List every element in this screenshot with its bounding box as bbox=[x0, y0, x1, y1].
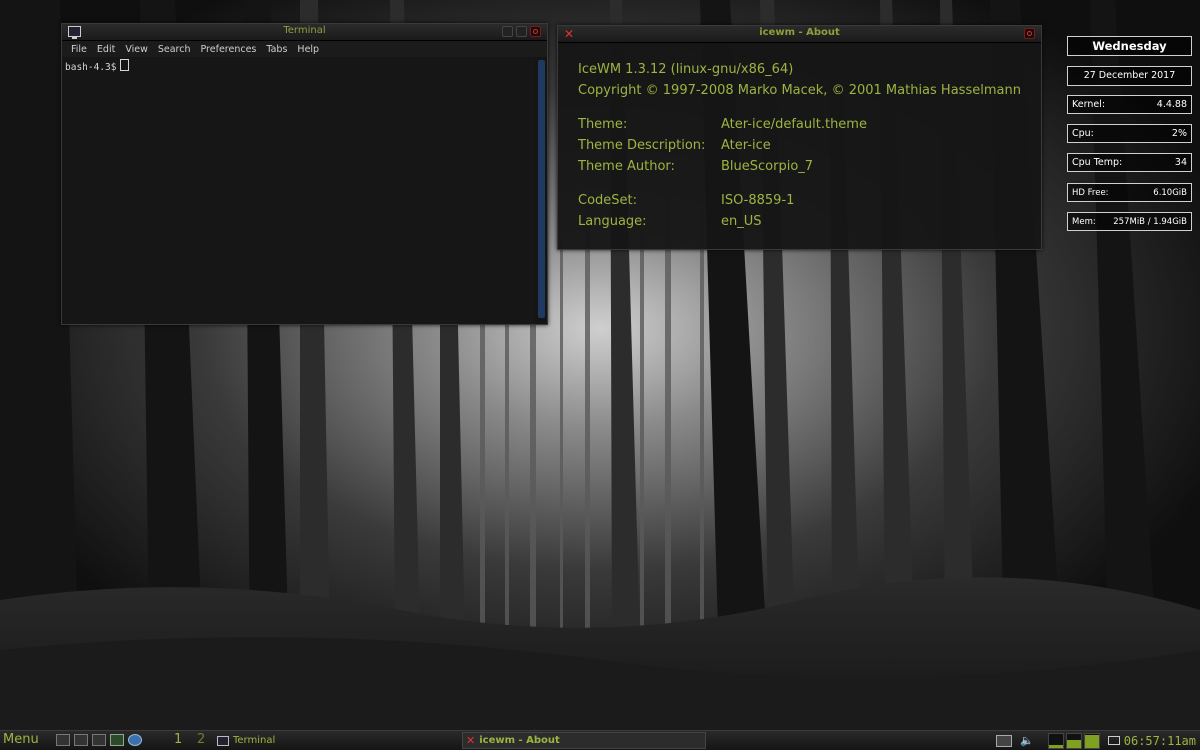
codeset-value: ISO-8859-1 bbox=[721, 193, 795, 208]
hd-free-value: 6.10GiB bbox=[1153, 187, 1187, 198]
codeset-label: CodeSet: bbox=[578, 193, 638, 208]
kernel-widget: Kernel: 4.4.88 bbox=[1067, 95, 1192, 114]
start-menu-button[interactable]: Menu bbox=[3, 732, 39, 747]
cpu-value: 2% bbox=[1171, 128, 1187, 139]
codeset-row: CodeSet: ISO-8859-1 bbox=[578, 190, 1021, 211]
window-buttons bbox=[502, 26, 541, 37]
window-list-icon[interactable] bbox=[74, 734, 88, 746]
terminal-scrollbar[interactable] bbox=[538, 60, 545, 318]
terminal-screen[interactable]: bash-4.3$ bbox=[62, 57, 535, 324]
cpu-temp-widget: Cpu Temp: 34 bbox=[1067, 153, 1192, 172]
version-text: IceWM 1.3.12 (linux-gnu/x86_64) bbox=[578, 62, 794, 77]
menu-preferences[interactable]: Preferences bbox=[196, 44, 262, 55]
mem-label: Mem: bbox=[1072, 216, 1096, 227]
task-terminal[interactable]: Terminal bbox=[217, 732, 457, 749]
task-terminal-label: Terminal bbox=[233, 735, 276, 746]
network-meter[interactable] bbox=[1083, 732, 1100, 749]
theme-description-row: Theme Description: Ater-ice bbox=[578, 135, 1021, 156]
icewm-x-icon: ✕ bbox=[466, 734, 476, 747]
workspace-1-button[interactable]: 1 bbox=[174, 732, 182, 747]
mem-value: 257MiB / 1.94GiB bbox=[1113, 216, 1187, 227]
mem-widget: Mem: 257MiB / 1.94GiB bbox=[1067, 212, 1192, 231]
hd-free-label: HD Free: bbox=[1072, 187, 1109, 198]
web-browser-icon[interactable] bbox=[128, 734, 142, 746]
memory-meter[interactable] bbox=[1065, 732, 1082, 749]
terminal-title: Terminal bbox=[283, 25, 326, 36]
about-window[interactable]: ✕ icewm - About IceWM 1.3.12 (linux-gnu/… bbox=[557, 25, 1042, 250]
language-label: Language: bbox=[578, 214, 647, 229]
system-tray: 🔈 06:57:11am bbox=[996, 731, 1200, 750]
menu-view[interactable]: View bbox=[120, 44, 153, 55]
language-row: Language: en_US bbox=[578, 211, 1021, 232]
cpu-temp-value: 34 bbox=[1174, 157, 1187, 168]
cpu-label: Cpu: bbox=[1072, 128, 1094, 139]
theme-author-value: BlueScorpio_7 bbox=[721, 159, 814, 174]
theme-row: Theme: Ater-ice/default.theme bbox=[578, 114, 1021, 135]
window-buttons bbox=[1024, 28, 1035, 39]
shell-prompt: bash-4.3$ bbox=[65, 62, 117, 73]
task-icewm-about[interactable]: ✕ icewm - About bbox=[462, 732, 706, 749]
taskbar: Menu 1 2 Terminal ✕ icewm - About 🔈 06:5… bbox=[0, 730, 1200, 750]
menu-search[interactable]: Search bbox=[153, 44, 196, 55]
theme-label: Theme: bbox=[578, 117, 628, 132]
theme-author-row: Theme Author: BlueScorpio_7 bbox=[578, 156, 1021, 177]
copyright-text: Copyright © 1997-2008 Marko Macek, © 200… bbox=[578, 83, 1021, 98]
about-title: icewm - About bbox=[759, 27, 840, 38]
clock[interactable]: 06:57:11am bbox=[1124, 734, 1196, 748]
volume-icon[interactable]: 🔈 bbox=[1020, 734, 1034, 747]
quick-launch bbox=[56, 734, 142, 746]
kernel-value: 4.4.88 bbox=[1156, 99, 1187, 110]
maximize-button[interactable] bbox=[516, 26, 527, 37]
system-monitor-icon[interactable] bbox=[110, 734, 124, 746]
cpu-widget: Cpu: 2% bbox=[1067, 124, 1192, 143]
about-content: IceWM 1.3.12 (linux-gnu/x86_64) Copyrigh… bbox=[578, 59, 1021, 232]
language-value: en_US bbox=[721, 214, 762, 229]
minimize-button[interactable] bbox=[502, 26, 513, 37]
date-widget: 27 December 2017 bbox=[1067, 66, 1192, 86]
theme-author-label: Theme Author: bbox=[578, 159, 675, 174]
menu-edit[interactable]: Edit bbox=[92, 44, 120, 55]
cpu-meter[interactable] bbox=[1047, 732, 1064, 749]
theme-description-value: Ater-ice bbox=[721, 138, 771, 153]
task-about-label: icewm - About bbox=[479, 735, 560, 746]
load-meters bbox=[1047, 732, 1100, 749]
menu-help[interactable]: Help bbox=[292, 44, 324, 55]
close-button[interactable] bbox=[530, 26, 541, 37]
file-manager-icon[interactable] bbox=[92, 734, 106, 746]
menu-file[interactable]: File bbox=[66, 44, 92, 55]
about-titlebar[interactable]: ✕ icewm - About bbox=[558, 26, 1041, 43]
show-desktop-icon[interactable] bbox=[56, 734, 70, 746]
terminal-window[interactable]: Terminal File Edit View Search Preferenc… bbox=[61, 23, 548, 325]
theme-description-label: Theme Description: bbox=[578, 138, 706, 153]
network-icon[interactable] bbox=[996, 734, 1013, 747]
terminal-menubar: File Edit View Search Preferences Tabs H… bbox=[62, 41, 547, 57]
mail-icon[interactable] bbox=[1107, 736, 1120, 745]
terminal-icon bbox=[217, 735, 229, 746]
theme-value: Ater-ice/default.theme bbox=[721, 117, 867, 132]
menu-tabs[interactable]: Tabs bbox=[261, 44, 292, 55]
hd-free-widget: HD Free: 6.10GiB bbox=[1067, 183, 1192, 202]
text-cursor bbox=[120, 59, 130, 71]
cpu-temp-label: Cpu Temp: bbox=[1072, 157, 1123, 168]
close-button[interactable] bbox=[1024, 28, 1035, 39]
kernel-label: Kernel: bbox=[1072, 99, 1106, 110]
workspace-2-button[interactable]: 2 bbox=[197, 732, 205, 747]
day-widget: Wednesday bbox=[1067, 36, 1192, 56]
terminal-titlebar[interactable]: Terminal bbox=[62, 24, 547, 41]
